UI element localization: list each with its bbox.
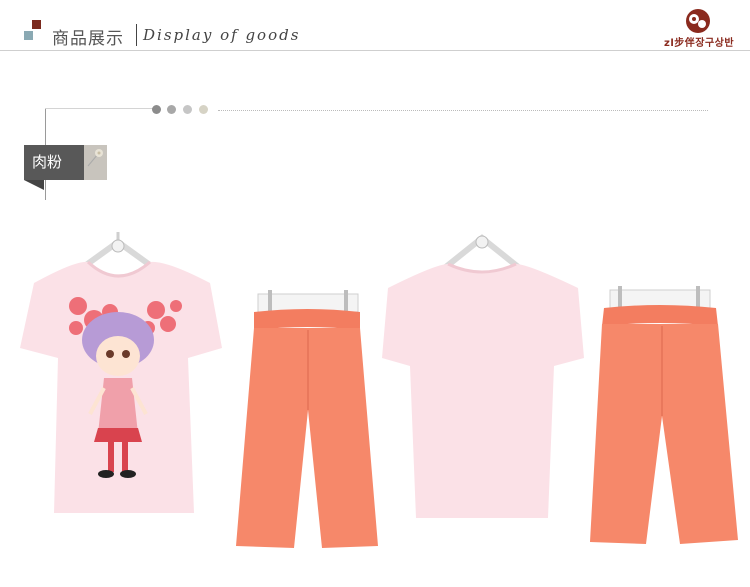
divider-dot bbox=[167, 105, 176, 114]
header-square-light bbox=[24, 31, 33, 40]
back-tshirt-image bbox=[382, 234, 584, 518]
header-title-en: Display of goods bbox=[143, 26, 301, 44]
flower-decoration-icon bbox=[87, 149, 103, 167]
section-horizontal-line bbox=[45, 108, 153, 109]
front-pants-image bbox=[236, 290, 378, 548]
divider-dot bbox=[152, 105, 161, 114]
divider-dot bbox=[183, 105, 192, 114]
divider-dotted-line bbox=[218, 110, 708, 111]
back-pants-image bbox=[590, 286, 738, 544]
header-square-dark bbox=[32, 20, 41, 29]
color-tag-fold bbox=[24, 180, 44, 190]
brand-logo-icon bbox=[686, 9, 710, 33]
header-underline bbox=[0, 50, 750, 51]
header-separator bbox=[136, 24, 137, 46]
divider-dot bbox=[199, 105, 208, 114]
brand-name: zl步伴장구상반 bbox=[664, 38, 735, 49]
color-tag-label: 肉粉 bbox=[32, 153, 63, 171]
front-tshirt-image bbox=[20, 232, 222, 513]
header-title-cn: 商品展示 bbox=[52, 29, 124, 49]
